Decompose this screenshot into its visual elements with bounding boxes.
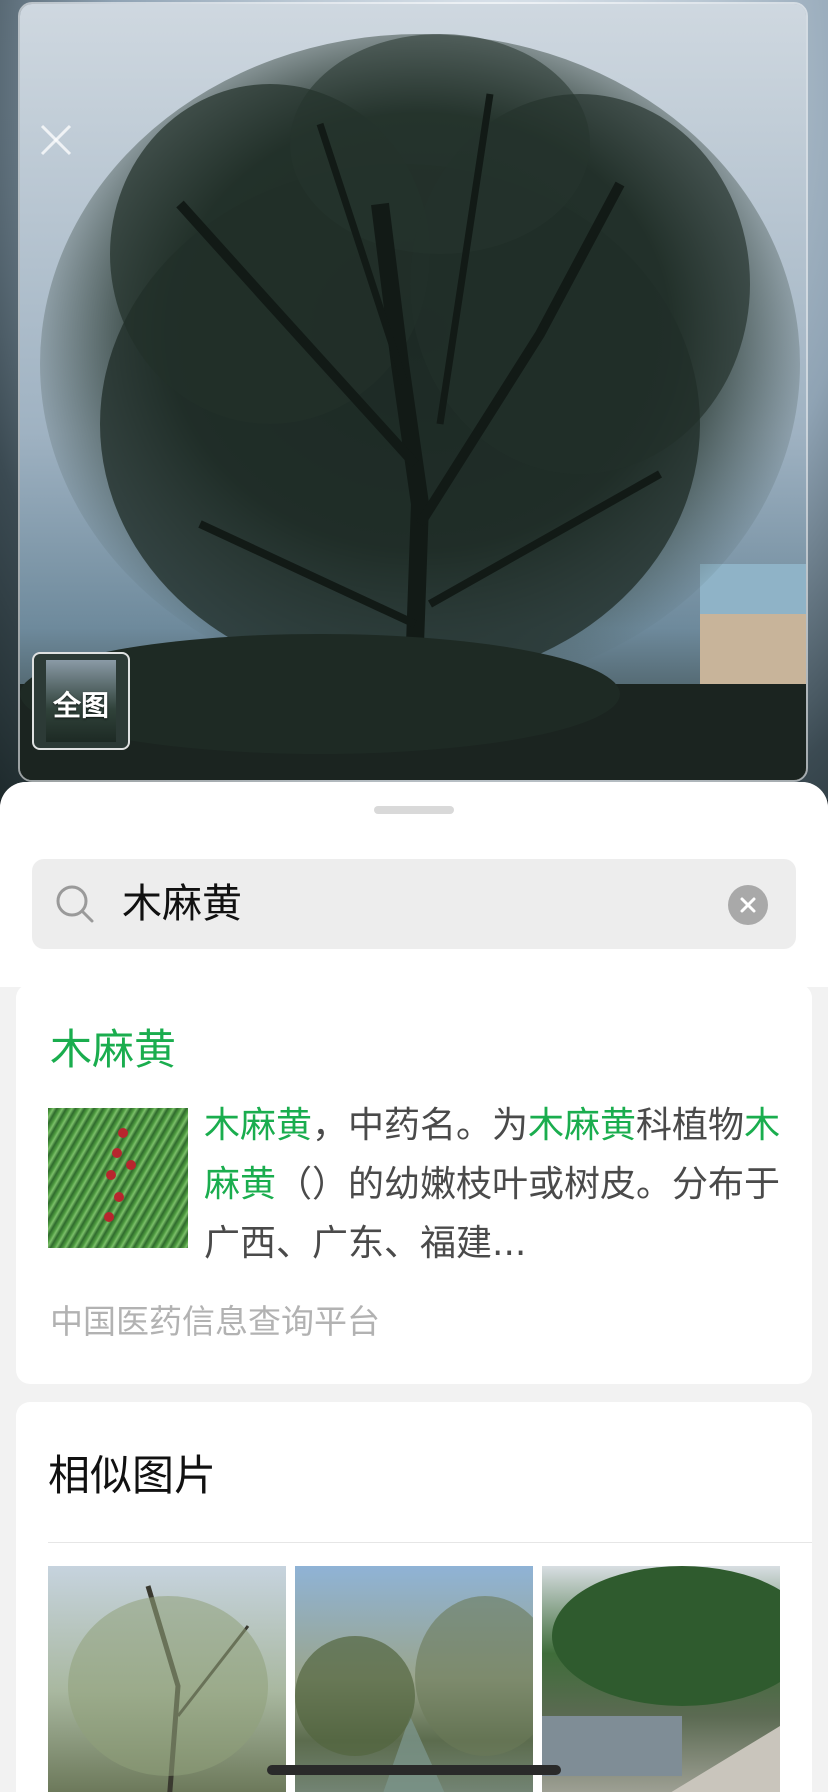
image-search-screen: 全图 木麻黄 木麻黄 木麻黄，中药名。为木麻黄科植物木麻黄（）的幼嫩枝叶或树皮。… — [0, 0, 828, 1792]
tree-photo — [20, 4, 806, 780]
similar-image-2[interactable] — [295, 1566, 533, 1792]
sheet-drag-handle[interactable] — [374, 806, 454, 814]
results-sheet[interactable]: 木麻黄 木麻黄 木麻黄，中药名。为木麻黄科植物木麻黄（）的幼嫩枝叶或树皮。分布于… — [0, 782, 828, 1792]
result-card[interactable]: 木麻黄 木麻黄，中药名。为木麻黄科植物木麻黄（）的幼嫩枝叶或树皮。分布于广西、广… — [16, 984, 812, 1384]
similar-image-3[interactable] — [542, 1566, 780, 1792]
result-description: 木麻黄，中药名。为木麻黄科植物木麻黄（）的幼嫩枝叶或树皮。分布于广西、广东、福建… — [204, 1096, 784, 1273]
search-input[interactable]: 木麻黄 — [122, 877, 242, 931]
description-text: （）的幼嫩枝叶或树皮。分布于广西、广东、福建... — [204, 1164, 781, 1264]
similar-image-1[interactable] — [48, 1566, 286, 1792]
clear-icon — [740, 897, 756, 913]
clear-search-button[interactable] — [728, 885, 768, 925]
close-button[interactable] — [34, 118, 78, 162]
description-text: ，中药名。为 — [312, 1105, 529, 1146]
query-photo: 全图 — [0, 0, 828, 800]
similar-images-card: 相似图片 — [16, 1402, 812, 1792]
photo-frame — [18, 2, 808, 782]
result-thumbnail[interactable] — [48, 1108, 188, 1248]
highlight-term: 木麻黄 — [204, 1105, 313, 1146]
full-image-label: 全图 — [52, 689, 109, 722]
similar-images-grid — [48, 1566, 788, 1792]
highlight-term: 木麻黄 — [528, 1105, 637, 1146]
description-text: 科植物 — [636, 1105, 745, 1146]
result-source[interactable]: 中国医药信息查询平台 — [50, 1300, 380, 1344]
divider — [48, 1542, 812, 1543]
similar-images-title: 相似图片 — [48, 1451, 217, 1500]
result-title[interactable]: 木麻黄 — [50, 1022, 176, 1078]
close-icon — [40, 124, 72, 156]
home-indicator[interactable] — [267, 1765, 561, 1775]
full-image-button[interactable]: 全图 — [32, 652, 130, 750]
search-bar[interactable]: 木麻黄 — [32, 859, 796, 949]
search-icon — [56, 885, 94, 923]
